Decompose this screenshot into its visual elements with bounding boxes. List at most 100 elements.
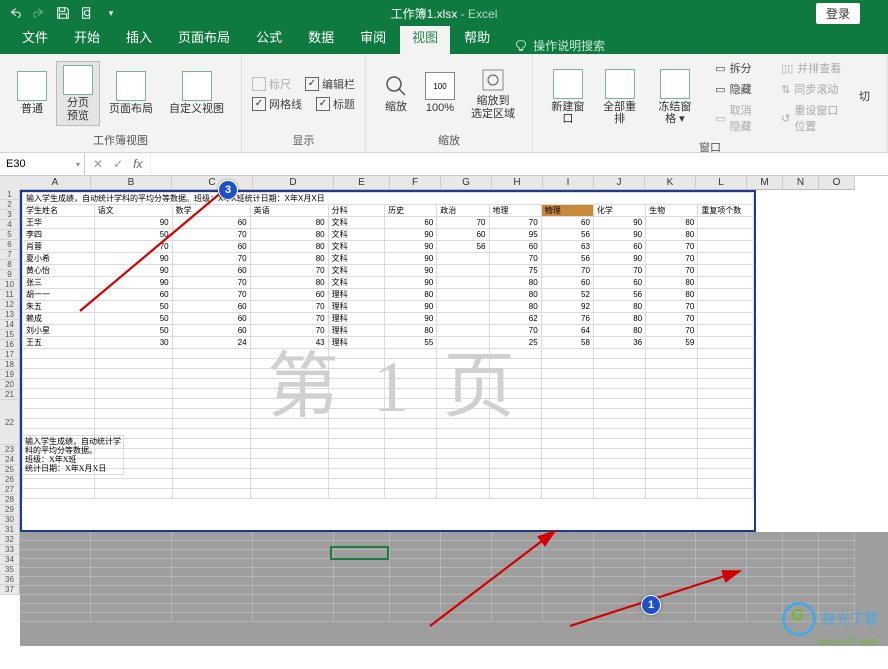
column-header[interactable]: E bbox=[334, 176, 390, 190]
row-header[interactable]: 26 bbox=[0, 475, 20, 485]
column-header[interactable]: N bbox=[783, 176, 819, 190]
row-header[interactable]: 36 bbox=[0, 575, 20, 585]
normal-view-button[interactable]: 普通 bbox=[10, 67, 54, 119]
headings-checkbox[interactable]: ✓标题 bbox=[316, 96, 355, 112]
enter-icon[interactable]: ✓ bbox=[113, 157, 123, 171]
fx-icon[interactable]: fx bbox=[133, 157, 142, 171]
tell-me[interactable]: 操作说明搜索 bbox=[504, 37, 605, 54]
row-header[interactable]: 10 bbox=[0, 280, 20, 290]
gridlines-checkbox[interactable]: ✓网格线 bbox=[252, 96, 302, 112]
row-header[interactable]: 27 bbox=[0, 485, 20, 495]
column-header[interactable]: G bbox=[441, 176, 492, 190]
row-header[interactable]: 7 bbox=[0, 250, 20, 260]
data-table[interactable]: 输入学生成绩，自动统计学科的平均分等数据。班级：X年X班统计日期：X年X月X日学… bbox=[22, 192, 754, 499]
row-header[interactable]: 22 bbox=[0, 400, 20, 445]
row-header[interactable]: 11 bbox=[0, 290, 20, 300]
active-cell bbox=[330, 546, 389, 560]
column-header[interactable]: H bbox=[492, 176, 543, 190]
split-button[interactable]: ▭拆分 bbox=[711, 58, 765, 78]
row-header[interactable]: 18 bbox=[0, 360, 20, 370]
arrange-all-button[interactable]: 全部重排 bbox=[595, 65, 645, 129]
row-header[interactable]: 5 bbox=[0, 230, 20, 240]
formulabar-checkbox[interactable]: ✓编辑栏 bbox=[305, 76, 355, 92]
row-header[interactable]: 29 bbox=[0, 505, 20, 515]
column-header[interactable]: F bbox=[390, 176, 441, 190]
hide-button[interactable]: ▭隐藏 bbox=[711, 79, 765, 99]
title-bar: ▾ 工作簿1.xlsx - Excel 登录 bbox=[0, 0, 888, 26]
gray-rows bbox=[20, 532, 888, 622]
row-header[interactable]: 20 bbox=[0, 380, 20, 390]
cancel-icon[interactable]: ✕ bbox=[93, 157, 103, 171]
select-all-corner[interactable] bbox=[0, 176, 21, 191]
row-header[interactable]: 4 bbox=[0, 220, 20, 230]
row-header[interactable]: 13 bbox=[0, 310, 20, 320]
outside-print-right bbox=[754, 190, 888, 532]
row-header[interactable]: 14 bbox=[0, 320, 20, 330]
login-button[interactable]: 登录 bbox=[816, 3, 860, 24]
zoom-100-button[interactable]: 100 100% bbox=[418, 68, 462, 118]
row-header[interactable]: 12 bbox=[0, 300, 20, 310]
new-window-button[interactable]: 新建窗口 bbox=[543, 65, 593, 129]
column-header[interactable]: I bbox=[543, 176, 594, 190]
row-header[interactable]: 2 bbox=[0, 200, 20, 210]
zoom-button[interactable]: 缩放 bbox=[376, 69, 416, 117]
row-header[interactable]: 3 bbox=[0, 210, 20, 220]
row-header[interactable]: 8 bbox=[0, 260, 20, 270]
zoom-selection-icon bbox=[480, 67, 506, 93]
row-header[interactable]: 32 bbox=[0, 535, 20, 545]
quick-access-toolbar: ▾ bbox=[0, 6, 118, 20]
spreadsheet-grid[interactable]: ABCDEFGHIJKLMNO 123456789101112131415161… bbox=[0, 176, 888, 646]
row-header[interactable]: 17 bbox=[0, 350, 20, 360]
column-header[interactable]: C bbox=[172, 176, 253, 190]
row-header[interactable]: 24 bbox=[0, 455, 20, 465]
row-header[interactable]: 1 bbox=[0, 190, 20, 200]
column-header[interactable]: L bbox=[696, 176, 747, 190]
page-layout-button[interactable]: 页面布局 bbox=[102, 67, 160, 119]
column-header[interactable]: M bbox=[747, 176, 783, 190]
formula-input[interactable] bbox=[150, 153, 888, 175]
column-header[interactable]: J bbox=[594, 176, 645, 190]
freeze-panes-button[interactable]: 冻结窗格 ▾ bbox=[647, 65, 704, 129]
window-title: 工作簿1.xlsx - Excel bbox=[391, 5, 498, 22]
row-header[interactable]: 25 bbox=[0, 465, 20, 475]
row-header[interactable]: 15 bbox=[0, 330, 20, 340]
note-cell[interactable]: 输入学生成绩，自动统计学科的平均分等数据。 班级：X年X班 统计日期：X年X月X… bbox=[22, 435, 124, 475]
row-header[interactable]: 16 bbox=[0, 340, 20, 350]
column-header[interactable]: K bbox=[645, 176, 696, 190]
side-by-side-button[interactable]: ▯▯并排查看 bbox=[777, 58, 848, 78]
row-header[interactable]: 28 bbox=[0, 495, 20, 505]
zoom-selection-button[interactable]: 缩放到 选定区域 bbox=[464, 63, 522, 123]
row-header[interactable]: 35 bbox=[0, 565, 20, 575]
undo-icon[interactable] bbox=[8, 6, 22, 20]
print-page-1: 输入学生成绩，自动统计学科的平均分等数据。班级：X年X班统计日期：X年X月X日学… bbox=[20, 190, 756, 532]
reset-position-button[interactable]: ↺重设窗口位置 bbox=[777, 100, 848, 136]
watermark-logo: G 极光下载 www.xz7.com bbox=[782, 602, 878, 636]
row-header[interactable]: 19 bbox=[0, 370, 20, 380]
unhide-button[interactable]: ▭取消隐藏 bbox=[711, 100, 765, 136]
row-header[interactable]: 31 bbox=[0, 525, 20, 535]
row-header[interactable]: 6 bbox=[0, 240, 20, 250]
row-header[interactable]: 37 bbox=[0, 585, 20, 595]
print-preview-icon[interactable] bbox=[80, 6, 94, 20]
column-header[interactable]: D bbox=[253, 176, 334, 190]
zoom-icon bbox=[383, 73, 409, 99]
sync-scroll-button[interactable]: ⇅同步滚动 bbox=[777, 79, 848, 99]
row-header[interactable]: 33 bbox=[0, 545, 20, 555]
row-header[interactable]: 30 bbox=[0, 515, 20, 525]
row-header[interactable]: 23 bbox=[0, 445, 20, 455]
redo-icon[interactable] bbox=[32, 6, 46, 20]
page-break-preview-button[interactable]: 分页 预览 bbox=[56, 61, 100, 125]
row-header[interactable]: 21 bbox=[0, 390, 20, 400]
column-header[interactable]: B bbox=[91, 176, 172, 190]
custom-views-button[interactable]: 自定义视图 bbox=[162, 67, 231, 119]
name-box[interactable]: E30▾ bbox=[0, 153, 85, 175]
ruler-checkbox[interactable]: 标尺 bbox=[252, 76, 291, 92]
row-header[interactable]: 9 bbox=[0, 270, 20, 280]
column-header[interactable]: A bbox=[20, 176, 91, 190]
qat-dropdown-icon[interactable]: ▾ bbox=[104, 6, 118, 20]
column-header[interactable]: O bbox=[819, 176, 855, 190]
switch-windows-button[interactable]: 切 bbox=[850, 87, 877, 107]
save-icon[interactable] bbox=[56, 6, 70, 20]
row-header[interactable]: 34 bbox=[0, 555, 20, 565]
ribbon-group-window: 新建窗口 全部重排 冻结窗格 ▾ ▭拆分 ▭隐藏 ▭取消隐藏 ▯▯并排查看 ⇅同… bbox=[533, 54, 888, 152]
